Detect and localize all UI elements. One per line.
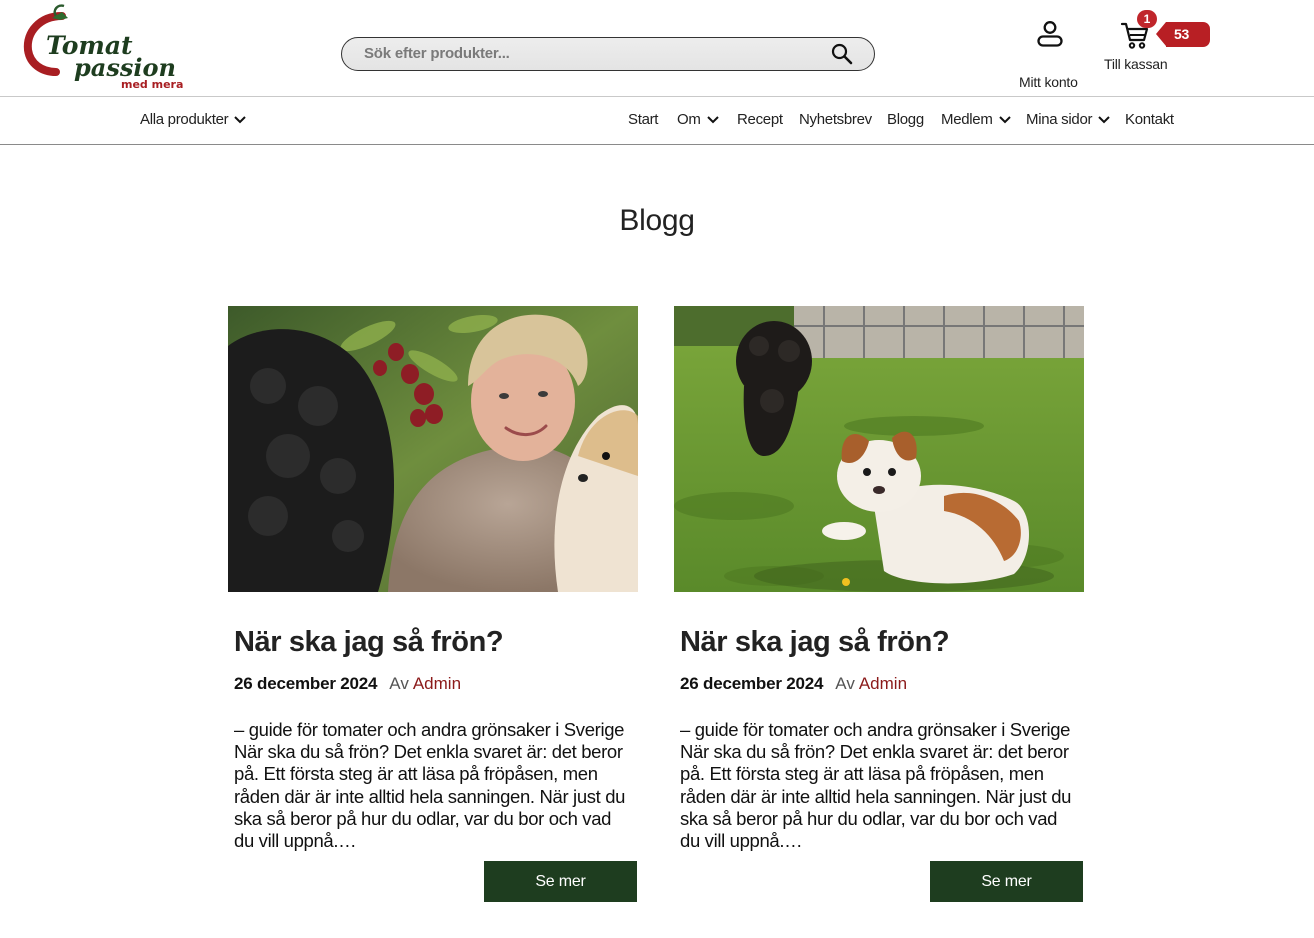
chevron-down-icon — [1098, 116, 1110, 124]
search-input[interactable] — [364, 38, 814, 69]
search-bar — [341, 37, 875, 71]
post-excerpt: – guide för tomater och andra grönsaker … — [234, 719, 626, 852]
nav-all-products-label: Alla produkter — [140, 111, 229, 128]
post-author-link[interactable]: Admin — [413, 674, 461, 693]
nav-item-label: Nyhetsbrev — [799, 111, 872, 128]
nav-item-label: Om — [677, 111, 701, 128]
nav-item-label: Mina sidor — [1026, 111, 1093, 128]
main-nav: Alla produkter Start Om Recept Nyhetsbre… — [0, 97, 1314, 145]
user-icon — [1012, 18, 1088, 48]
nav-item-medlem[interactable]: Medlem — [941, 111, 1011, 128]
account-label: Mitt konto — [1019, 74, 1078, 90]
nav-item-label: Kontakt — [1125, 111, 1174, 128]
chevron-down-icon — [706, 116, 719, 124]
chevron-down-icon — [998, 116, 1011, 124]
read-more-button[interactable]: Se mer — [930, 861, 1083, 902]
cart-total-badge: 53 kr — [1156, 22, 1210, 67]
nav-item-label: Medlem — [941, 111, 993, 128]
post-title[interactable]: När ska jag så frön? — [234, 626, 634, 659]
cart-count-badge: 1 — [1137, 10, 1157, 28]
post-date: 26 december 2024 — [234, 674, 378, 693]
post-date: 26 december 2024 — [680, 674, 824, 693]
nav-item-label: Recept — [737, 111, 783, 128]
nav-item-label: Start — [628, 111, 659, 128]
page-title: Blogg — [619, 204, 695, 237]
post-author-prefix: Av — [389, 674, 409, 693]
nav-item-blogg[interactable]: Blogg — [887, 111, 924, 128]
post-excerpt: – guide för tomater och andra grönsaker … — [680, 719, 1072, 852]
post-author-link[interactable]: Admin — [859, 674, 907, 693]
post-image-woman-with-dogs[interactable] — [228, 306, 638, 592]
post-meta: 26 december 2024 Av Admin — [680, 674, 1080, 694]
nav-item-kontakt[interactable]: Kontakt — [1125, 111, 1174, 128]
account-link[interactable]: Mitt konto — [1012, 18, 1088, 90]
cart-link[interactable]: 1 53 kr Till kassan — [1100, 10, 1210, 80]
nav-item-om[interactable]: Om — [677, 111, 719, 128]
cart-label: Till kassan — [1104, 56, 1168, 72]
site-logo[interactable]: Tomat passion med mera — [22, 2, 192, 92]
read-more-button[interactable]: Se mer — [484, 861, 637, 902]
nav-item-recept[interactable]: Recept — [737, 111, 783, 128]
site-header: Tomat passion med mera Mitt konto — [0, 0, 1314, 97]
search-icon[interactable] — [830, 42, 856, 66]
nav-item-mina-sidor[interactable]: Mina sidor — [1026, 111, 1110, 128]
post-title[interactable]: När ska jag så frön? — [680, 626, 1080, 659]
chevron-down-icon — [234, 116, 247, 124]
svg-text:med mera: med mera — [121, 78, 183, 91]
post-author-prefix: Av — [835, 674, 855, 693]
post-image-dogs-on-lawn[interactable] — [674, 306, 1084, 592]
post-meta: 26 december 2024 Av Admin — [234, 674, 634, 694]
nav-item-start[interactable]: Start — [628, 111, 658, 128]
tomato-logo-icon: Tomat passion med mera — [23, 4, 183, 91]
nav-item-label: Blogg — [887, 111, 924, 128]
nav-all-products[interactable]: Alla produkter — [140, 111, 247, 128]
nav-item-nyhetsbrev[interactable]: Nyhetsbrev — [799, 111, 872, 128]
